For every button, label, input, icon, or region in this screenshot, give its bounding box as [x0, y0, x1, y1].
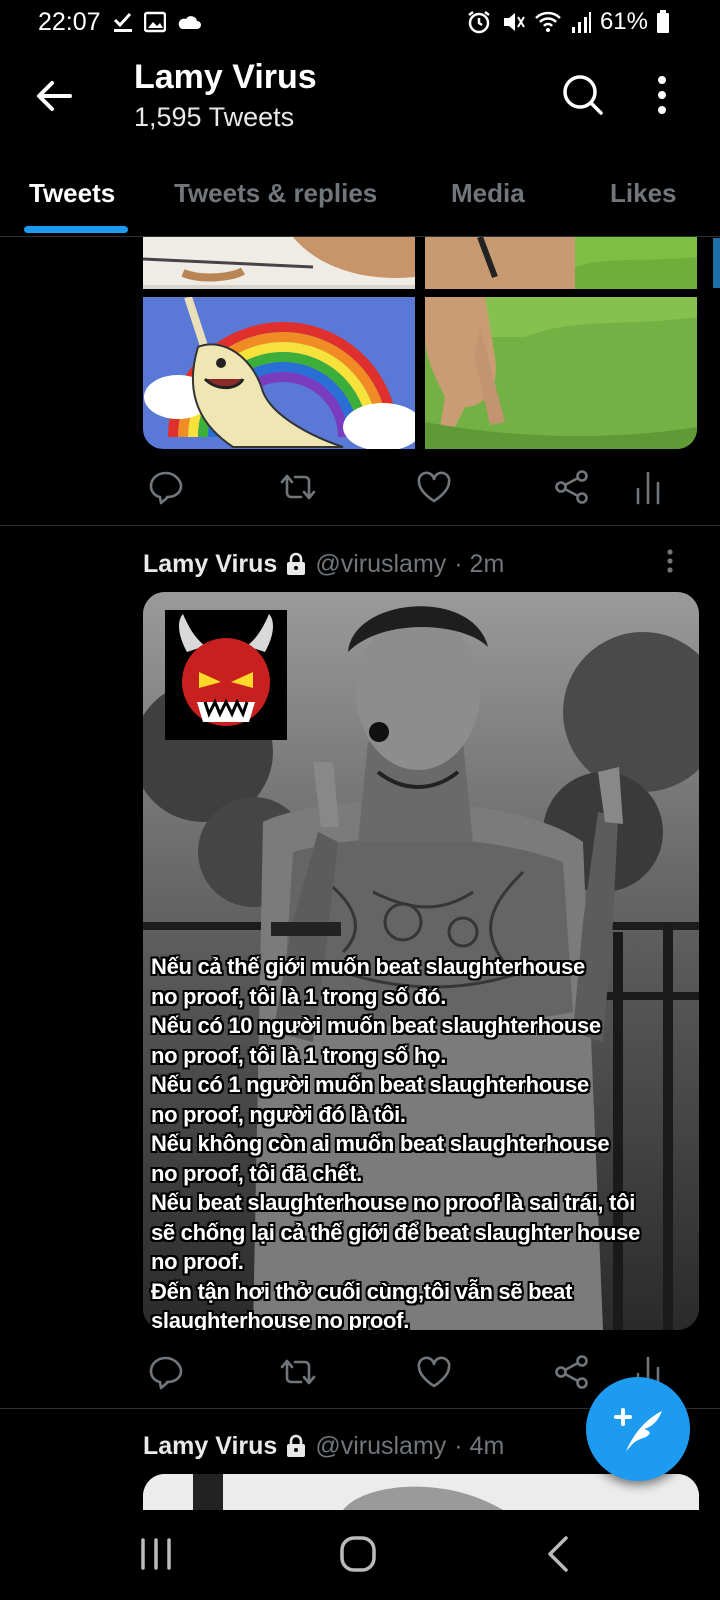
active-tab-indicator	[24, 226, 128, 233]
more-vertical-icon[interactable]	[652, 72, 672, 118]
tweet-author-handle[interactable]: @viruslamy	[315, 550, 446, 579]
meme-line: no proof.	[151, 1249, 244, 1274]
reply-icon[interactable]	[146, 467, 186, 507]
lock-icon	[287, 1434, 306, 1457]
tweet-author-handle[interactable]: @viruslamy	[315, 1432, 446, 1461]
meme-line: sẽ chống lại cả thế giới để beat slaught…	[151, 1219, 641, 1245]
heart-icon[interactable]	[414, 467, 454, 507]
share-icon[interactable]	[552, 467, 592, 507]
profile-tabs: Tweets Tweets & replies Media Likes	[0, 160, 720, 236]
download-done-icon	[113, 12, 132, 32]
dog-legs-image	[425, 297, 697, 449]
meme-line: Nếu có 1 người muốn beat slaughterhouse	[151, 1072, 589, 1097]
narwhal-rainbow-image	[143, 297, 415, 449]
wifi-icon	[535, 11, 561, 32]
recent-apps-icon[interactable]	[134, 1532, 178, 1576]
meme-line: Nếu cả thế giới muốn beat slaughterhouse	[151, 954, 585, 979]
mute-icon	[503, 13, 525, 31]
tweet-count: 1,595 Tweets	[134, 102, 295, 132]
profile-name: Lamy Virus	[134, 58, 317, 96]
cloud-icon	[178, 16, 201, 29]
battery-percent: 61%	[599, 8, 648, 35]
home-icon[interactable]	[336, 1532, 380, 1576]
alarm-icon	[468, 11, 490, 34]
battery-icon	[657, 10, 669, 33]
status-time: 22:07	[38, 8, 101, 36]
dog-photo-image	[143, 237, 415, 289]
scrollbar[interactable]	[713, 238, 720, 288]
tweet-timestamp: · 4m	[454, 1431, 505, 1460]
more-vertical-icon[interactable]	[662, 546, 678, 582]
gallery-icon	[144, 11, 166, 33]
back-icon[interactable]	[538, 1532, 582, 1576]
tweet-image[interactable]: Nếu cả thế giới muốn beat slaughterhouse…	[143, 592, 699, 1330]
profile-header: Lamy Virus 1,595 Tweets	[0, 44, 720, 154]
tab-tweets-replies[interactable]: Tweets & replies	[174, 178, 377, 209]
tweet-divider	[0, 525, 720, 526]
signal-icon	[571, 12, 591, 33]
lock-icon	[287, 552, 306, 575]
search-icon[interactable]	[560, 72, 606, 118]
tab-likes[interactable]: Likes	[610, 178, 677, 209]
tweet-actions-previous	[140, 467, 700, 507]
meme-line: Đến tận hơi thở cuối cùng,tôi vẫn sẽ bea…	[151, 1278, 573, 1304]
meme-line: no proof, tôi là 1 trong số họ.	[151, 1042, 447, 1068]
meme-line: Nếu không còn ai muốn beat slaughterhous…	[151, 1131, 610, 1156]
tab-tweets[interactable]: Tweets	[29, 178, 115, 209]
retweet-icon[interactable]	[278, 1352, 318, 1392]
status-bar: 22:07 61%	[0, 0, 720, 44]
tweet-author-name[interactable]: Lamy Virus	[143, 550, 277, 579]
extreme-demon-icon	[165, 610, 287, 740]
retweet-icon[interactable]	[278, 467, 318, 507]
meme-line: slaughterhouse no proof.	[151, 1308, 410, 1330]
media-tile-4[interactable]	[425, 297, 697, 449]
tweet-header: Lamy Virus @viruslamy · 4m	[143, 1428, 504, 1464]
tab-media[interactable]: Media	[451, 178, 525, 209]
system-navigation-bar	[0, 1510, 720, 1600]
tweet-timestamp: · 2m	[454, 549, 505, 578]
meme-line: no proof, người đó là tôi.	[151, 1101, 406, 1127]
media-tile-1[interactable]	[143, 237, 415, 289]
compose-tweet-button[interactable]	[586, 1377, 690, 1481]
meme-line: no proof, tôi là 1 trong số đó.	[151, 983, 447, 1009]
dog-grass-image	[425, 237, 697, 289]
compose-tweet-icon	[614, 1408, 662, 1451]
meme-line: no proof, tôi đã chết.	[151, 1160, 362, 1186]
meme-line: Nếu có 10 người muốn beat slaughterhouse	[151, 1013, 601, 1038]
tweet-header: Lamy Virus @viruslamy · 2m	[143, 546, 504, 582]
arrow-left-icon[interactable]	[32, 74, 76, 118]
media-tile-3[interactable]	[143, 297, 415, 449]
heart-icon[interactable]	[414, 1352, 454, 1392]
media-tile-2[interactable]	[425, 237, 697, 289]
reply-icon[interactable]	[146, 1352, 186, 1392]
tweet-author-name[interactable]: Lamy Virus	[143, 1432, 277, 1461]
meme-caption: Nếu cả thế giới muốn beat slaughterhouse…	[151, 952, 691, 1330]
meme-line: Nếu beat slaughterhouse no proof là sai …	[151, 1190, 636, 1215]
analytics-icon[interactable]	[628, 467, 668, 507]
